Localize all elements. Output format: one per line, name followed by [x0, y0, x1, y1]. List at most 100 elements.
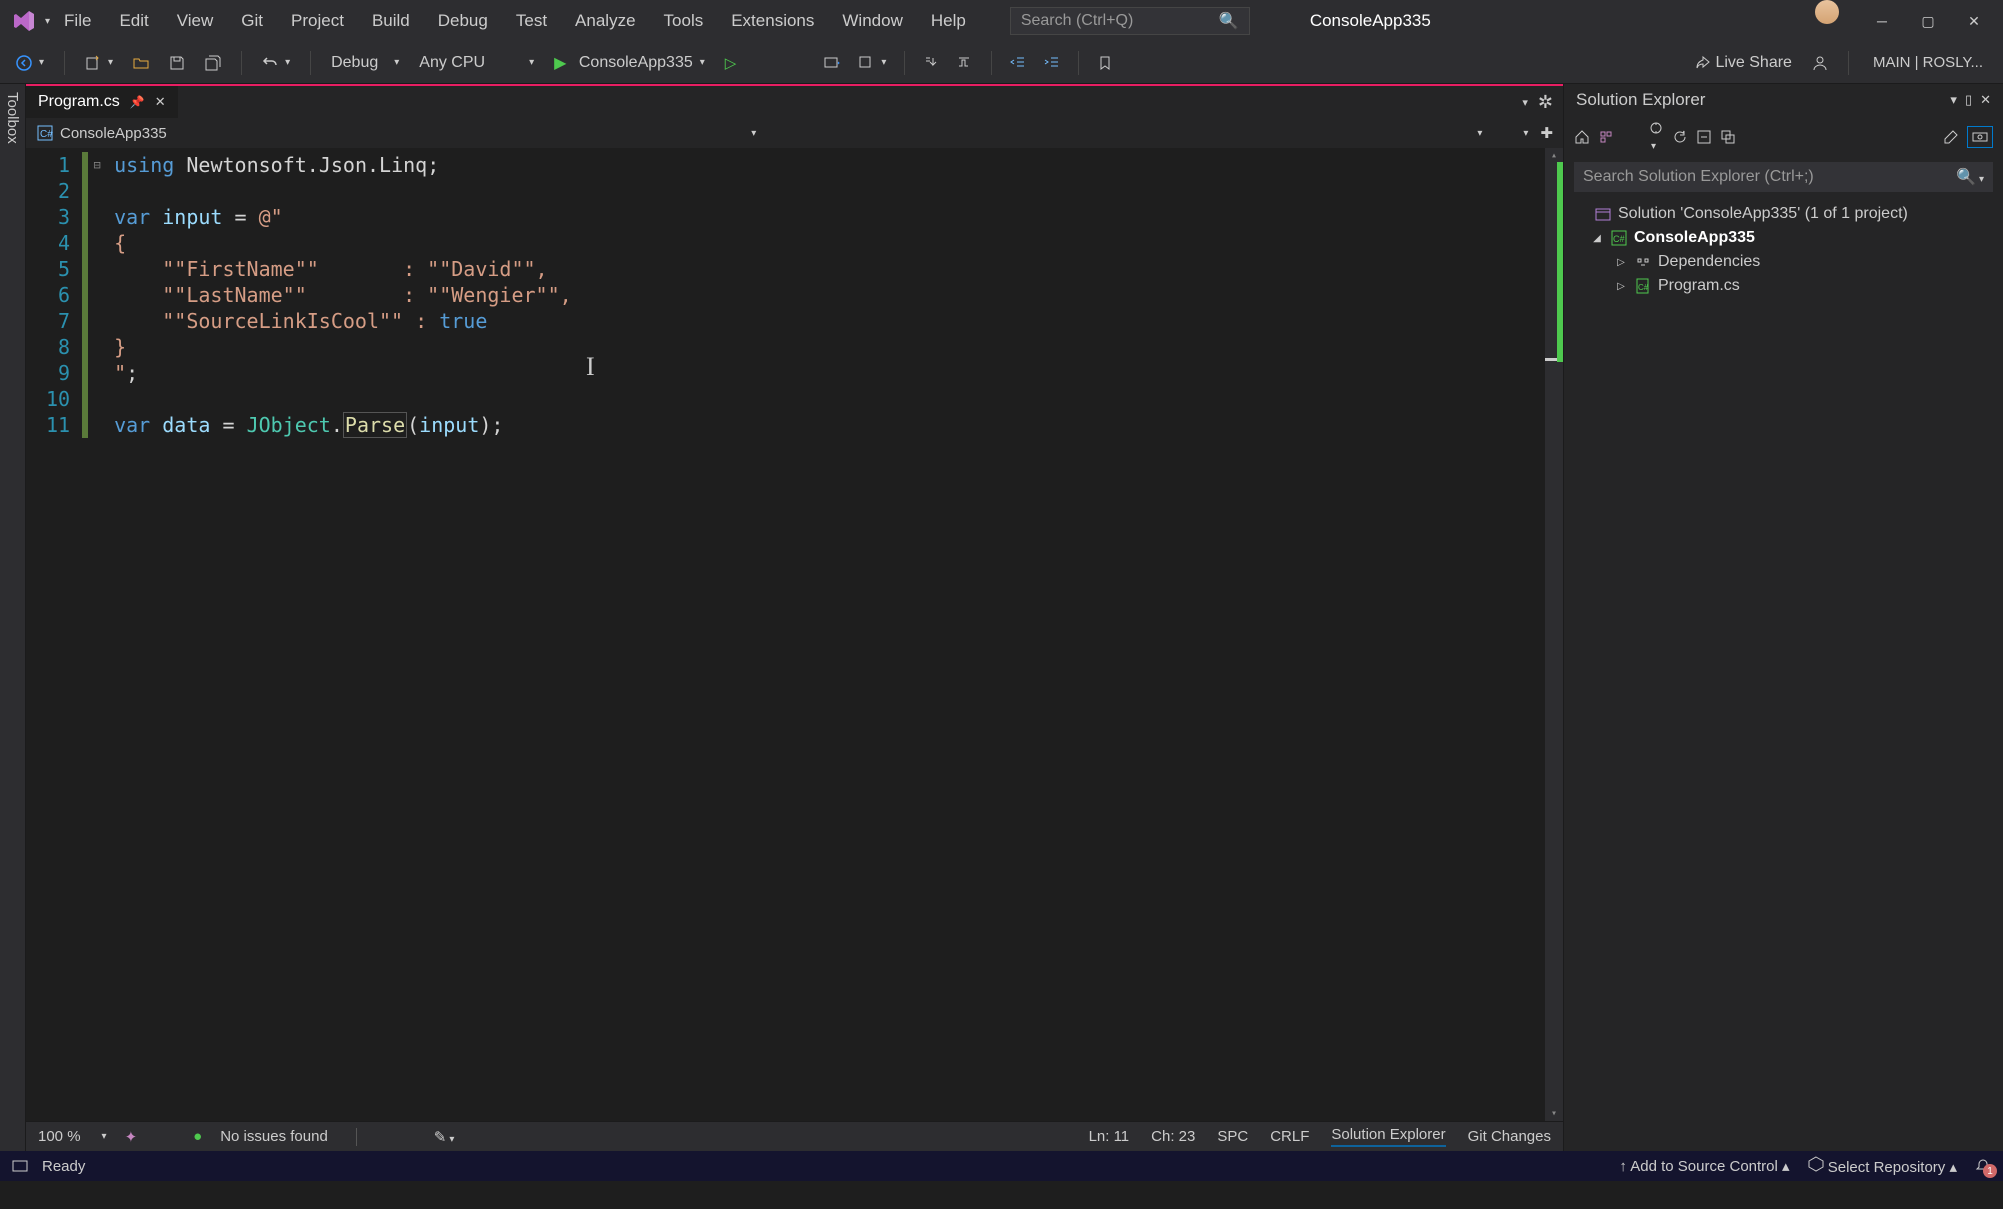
solution-tree: Solution 'ConsoleApp335' (1 of 1 project… [1564, 196, 2003, 304]
zoom-level[interactable]: 100 % [38, 1128, 81, 1145]
code-text[interactable]: using Newtonsoft.Json.Linq; var input = … [106, 148, 1545, 1121]
lightbulb-icon[interactable]: ✦ [125, 1128, 138, 1146]
tree-dependencies-node[interactable]: ▷ Dependencies [1574, 250, 1993, 274]
code-editor[interactable]: 1234567891011 ⊟ using Newtonsoft.Json.Li… [26, 148, 1563, 1121]
solution-explorer-header: Solution Explorer ▾ ▯ ✕ [1564, 84, 2003, 116]
solution-explorer-search[interactable]: Search Solution Explorer (Ctrl+;) 🔍▾ [1574, 162, 1993, 192]
close-tab-icon[interactable]: ✕ [155, 94, 166, 110]
home-icon[interactable] [1574, 129, 1590, 145]
branch-info[interactable]: MAIN | ROSLY... [1863, 50, 1993, 75]
zoom-dropdown[interactable]: ▾ [102, 1131, 107, 1142]
solution-label: Solution 'ConsoleApp335' (1 of 1 project… [1618, 205, 1908, 223]
notifications-icon[interactable]: 1 [1975, 1158, 1991, 1174]
solution-icon [1594, 206, 1612, 222]
panel-pin-icon[interactable]: ▯ [1965, 92, 1972, 108]
notification-badge: 1 [1983, 1164, 1997, 1178]
menu-view[interactable]: View [163, 5, 228, 37]
file-tab-program[interactable]: Program.cs 📌 ✕ [26, 84, 178, 118]
panel-dropdown-icon[interactable]: ▾ [1950, 92, 1957, 108]
tree-file-node[interactable]: ▷ C# Program.cs [1574, 274, 1993, 298]
cursor-char[interactable]: Ch: 23 [1151, 1128, 1195, 1145]
title-bar: ▾ File Edit View Git Project Build Debug… [0, 0, 2003, 42]
menu-tools[interactable]: Tools [650, 5, 718, 37]
pin-icon[interactable]: 📌 [130, 95, 145, 109]
refresh-icon[interactable] [1672, 129, 1688, 145]
preview-icon[interactable] [1967, 126, 1993, 148]
toolbox-tab[interactable]: Toolbox [0, 84, 26, 1151]
csharp-project-icon: C# [1610, 230, 1628, 246]
split-icon[interactable]: ✚ [1540, 124, 1553, 142]
panel-tab-solution-explorer[interactable]: Solution Explorer [1331, 1126, 1445, 1147]
save-button[interactable] [163, 51, 191, 75]
panel-close-icon[interactable]: ✕ [1980, 92, 1991, 108]
menu-project[interactable]: Project [277, 5, 358, 37]
menu-edit[interactable]: Edit [105, 5, 162, 37]
indent-more-icon[interactable] [1038, 51, 1066, 75]
maximize-button[interactable]: ▢ [1905, 0, 1951, 42]
expander-icon[interactable]: ▷ [1614, 281, 1628, 292]
overview-ruler[interactable]: ▴ ▾ [1545, 148, 1563, 1121]
tab-settings-icon[interactable]: ✲ [1538, 92, 1553, 113]
search-icon: 🔍 [1219, 11, 1239, 31]
issues-label[interactable]: No issues found [220, 1128, 328, 1145]
start-debug-button[interactable]: ▶ ConsoleApp335▾ [548, 49, 711, 77]
menu-git[interactable]: Git [227, 5, 277, 37]
menu-help[interactable]: Help [917, 5, 980, 37]
add-source-control[interactable]: ↑ Add to Source Control ▴ [1619, 1157, 1789, 1175]
indent-mode[interactable]: SPC [1217, 1128, 1248, 1145]
fold-column[interactable]: ⊟ [88, 148, 106, 1121]
project-label: ConsoleApp335 [1634, 229, 1755, 247]
sync-icon[interactable]: ▾ [1648, 120, 1664, 154]
close-button[interactable]: ✕ [1951, 0, 1997, 42]
menu-debug[interactable]: Debug [424, 5, 502, 37]
menu-analyze[interactable]: Analyze [561, 5, 649, 37]
step-into-icon[interactable] [917, 51, 945, 75]
show-all-icon[interactable] [1720, 129, 1736, 145]
menu-file[interactable]: File [50, 5, 105, 37]
nav-back-button[interactable]: ▾ [10, 51, 50, 75]
tree-project-node[interactable]: ◢ C# ConsoleApp335 [1574, 226, 1993, 250]
output-icon[interactable] [12, 1158, 28, 1174]
global-search[interactable]: Search (Ctrl+Q) 🔍 [1010, 7, 1250, 35]
switch-view-icon[interactable] [1598, 129, 1614, 145]
tb-icon-1[interactable] [818, 51, 846, 75]
solution-explorer-title: Solution Explorer [1576, 90, 1705, 110]
undo-button[interactable]: ▾ [256, 51, 296, 75]
document-tabstrip: Program.cs 📌 ✕ ▾ ✲ [26, 84, 1563, 118]
menu-test[interactable]: Test [502, 5, 561, 37]
tree-solution-node[interactable]: Solution 'ConsoleApp335' (1 of 1 project… [1574, 202, 1993, 226]
select-repository[interactable]: Select Repository ▴ [1808, 1156, 1957, 1176]
save-all-button[interactable] [199, 51, 227, 75]
account-icon[interactable] [1806, 51, 1834, 75]
indent-less-icon[interactable] [1004, 51, 1032, 75]
config-dropdown[interactable]: Debug▾ [325, 50, 405, 76]
app-title: ConsoleApp335 [1310, 11, 1431, 31]
platform-dropdown[interactable]: Any CPU▾ [413, 50, 540, 76]
menu-build[interactable]: Build [358, 5, 424, 37]
collapse-icon[interactable] [1696, 129, 1712, 145]
brush-icon[interactable]: ✎▾ [434, 1128, 455, 1146]
minimize-button[interactable]: ─ [1859, 0, 1905, 42]
expander-icon[interactable]: ◢ [1590, 233, 1604, 244]
search-placeholder: Search (Ctrl+Q) [1021, 12, 1133, 30]
start-no-debug-button[interactable]: ▷ [719, 50, 743, 76]
bookmark-icon[interactable] [1091, 51, 1119, 75]
tab-overflow-icon[interactable]: ▾ [1522, 96, 1528, 109]
panel-tab-git-changes[interactable]: Git Changes [1468, 1128, 1551, 1145]
step-over-icon[interactable] [951, 51, 979, 75]
new-item-button[interactable]: ▾ [79, 51, 119, 75]
open-button[interactable] [127, 51, 155, 75]
nav-member-combo[interactable]: ▾ [1488, 128, 1528, 139]
tb-icon-2[interactable]: ▾ [852, 51, 892, 75]
line-ending[interactable]: CRLF [1270, 1128, 1309, 1145]
user-avatar[interactable] [1815, 0, 1839, 24]
live-share-button[interactable]: Live Share [1689, 50, 1798, 76]
menu-window[interactable]: Window [828, 5, 916, 37]
cursor-line[interactable]: Ln: 11 [1089, 1128, 1130, 1145]
expander-icon[interactable]: ▷ [1614, 257, 1628, 268]
nav-project-combo[interactable]: C# ConsoleApp335 ▾ [36, 124, 756, 142]
nav-type-combo[interactable]: ▾ [762, 128, 1482, 139]
properties-icon[interactable] [1943, 129, 1959, 145]
menu-extensions[interactable]: Extensions [717, 5, 828, 37]
editor-area: Program.cs 📌 ✕ ▾ ✲ C# ConsoleApp335 ▾ ▾ … [26, 84, 1563, 1151]
